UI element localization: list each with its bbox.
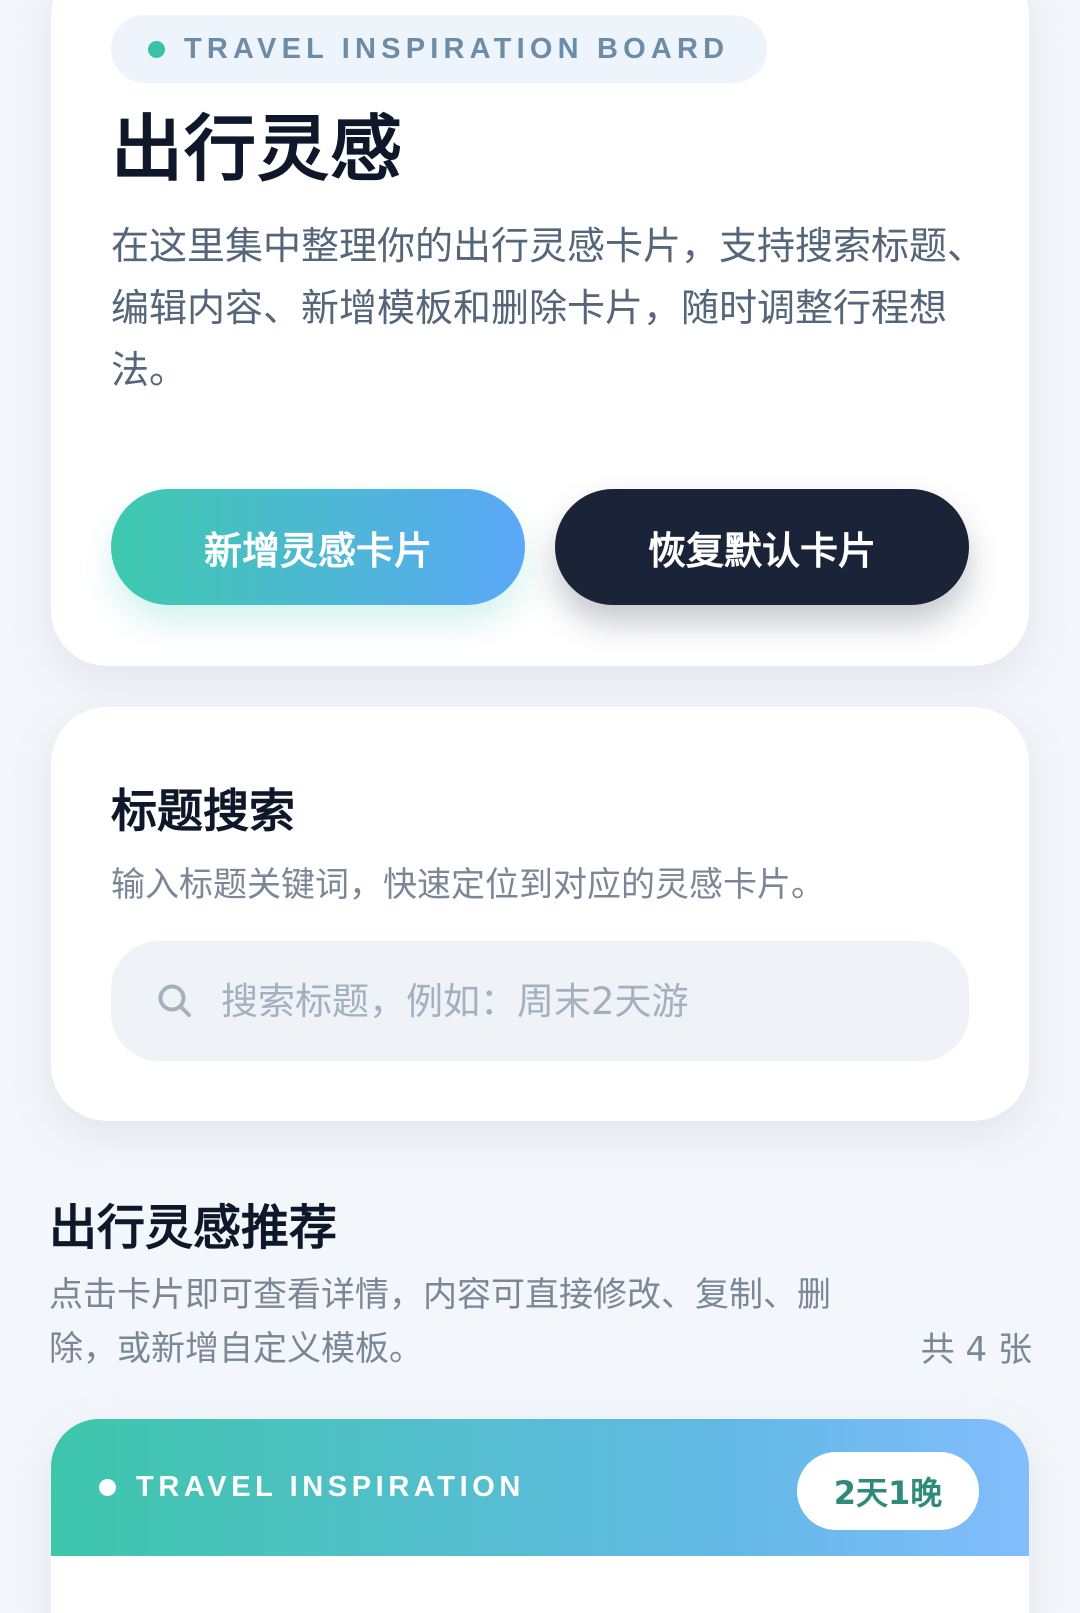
add-card-button[interactable]: 新增灵感卡片 xyxy=(111,489,525,605)
board-tag-label: TRAVEL INSPIRATION BOARD xyxy=(184,32,730,65)
card-body xyxy=(51,1556,1029,1613)
search-box[interactable] xyxy=(111,941,969,1061)
card-header: TRAVEL INSPIRATION 2天1晚 xyxy=(51,1419,1029,1556)
page-description: 在这里集中整理你的出行灵感卡片，支持搜索标题、编辑内容、新增模板和删除卡片，随时… xyxy=(111,224,986,392)
hero-card: TRAVEL INSPIRATION BOARD 出行灵感 在这里集中整理你的出… xyxy=(51,0,1029,666)
search-icon xyxy=(158,984,191,1017)
card-tag-dot xyxy=(99,1479,116,1496)
duration-badge: 2天1晚 xyxy=(797,1452,979,1530)
page-title: 出行灵感 xyxy=(111,107,404,191)
tag-dot xyxy=(148,40,165,58)
board-tag: TRAVEL INSPIRATION BOARD xyxy=(111,15,767,83)
card-tag-label: TRAVEL INSPIRATION xyxy=(136,1471,525,1503)
recommend-section-title: 出行灵感推荐 xyxy=(49,1200,338,1256)
recommend-section-description: 点击卡片即可查看详情，内容可直接修改、复制、删除，或新增自定义模板。 xyxy=(49,1275,831,1369)
search-section-description: 输入标题关键词，快速定位到对应的灵感卡片。 xyxy=(111,865,825,905)
search-section-title: 标题搜索 xyxy=(111,784,295,838)
inspiration-card[interactable]: TRAVEL INSPIRATION 2天1晚 xyxy=(51,1419,1029,1613)
search-input[interactable] xyxy=(221,979,961,1023)
search-card: 标题搜索 输入标题关键词，快速定位到对应的灵感卡片。 xyxy=(51,707,1029,1121)
card-count: 共 4 张 xyxy=(920,1330,1032,1370)
reset-default-button[interactable]: 恢复默认卡片 xyxy=(555,489,969,605)
